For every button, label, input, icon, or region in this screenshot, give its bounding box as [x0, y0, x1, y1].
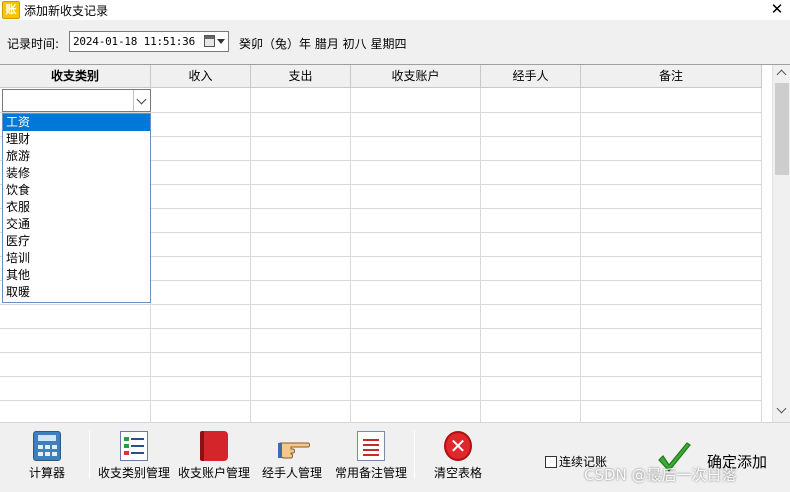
- category-option[interactable]: 饮食: [3, 182, 150, 199]
- checkbox-box[interactable]: [545, 456, 557, 468]
- title-bar: 账 添加新收支记录 ✕: [0, 0, 790, 20]
- handler-management-label: 经手人管理: [261, 466, 322, 480]
- grid-column-line: [250, 88, 251, 422]
- grid-column-line: [580, 88, 581, 422]
- pointing-hand-icon: [278, 431, 310, 461]
- clear-x-icon: ✕: [444, 431, 472, 461]
- calculator-icon: [33, 431, 61, 461]
- grid-row-line: [0, 328, 762, 329]
- calendar-dropdown-button[interactable]: [202, 34, 226, 49]
- watermark-text: CSDN @最后一次日落: [584, 466, 737, 484]
- vertical-scrollbar[interactable]: [772, 65, 790, 422]
- category-management-label: 收支类别管理: [97, 466, 170, 480]
- remark-management-button[interactable]: 常用备注管理: [333, 431, 409, 483]
- grid-row-line: [0, 304, 762, 305]
- bottom-toolbar: 计算器 收支类别管理 收支账户管理 经手人管理 常用备注管理 ✕ 清空表格 连续…: [0, 422, 790, 492]
- calendar-icon: [204, 35, 215, 47]
- category-option[interactable]: 旅游: [3, 148, 150, 165]
- column-header-expense[interactable]: 支出: [251, 65, 351, 88]
- category-option[interactable]: 培训: [3, 250, 150, 267]
- scroll-up-arrow-icon[interactable]: [776, 69, 787, 80]
- record-time-label: 记录时间:: [7, 37, 60, 51]
- column-header-income[interactable]: 收入: [151, 65, 251, 88]
- notepad-icon: [357, 431, 385, 461]
- toolbar-separator: [414, 431, 415, 479]
- category-option[interactable]: 装修: [3, 165, 150, 182]
- toolbar-separator: [89, 431, 90, 479]
- close-button[interactable]: ✕: [768, 0, 786, 18]
- category-management-button[interactable]: 收支类别管理: [95, 431, 173, 483]
- grid-column-line: [761, 88, 762, 422]
- remark-management-label: 常用备注管理: [334, 466, 407, 480]
- account-management-button[interactable]: 收支账户管理: [175, 431, 253, 483]
- calculator-button[interactable]: 计算器: [22, 431, 72, 483]
- clear-table-label: 清空表格: [433, 466, 482, 480]
- datetime-value: 2024-01-18 11:51:36: [73, 35, 196, 48]
- category-option[interactable]: 理财: [3, 131, 150, 148]
- window-title: 添加新收支记录: [24, 4, 109, 18]
- grid-row-line: [0, 352, 762, 353]
- dropdown-arrow-icon: [217, 39, 225, 44]
- account-management-label: 收支账户管理: [177, 466, 250, 480]
- category-option[interactable]: 其他: [3, 267, 150, 284]
- lunar-date: 癸卯（兔）年 腊月 初八 星期四: [239, 37, 407, 51]
- datetime-picker[interactable]: 2024-01-18 11:51:36: [69, 31, 229, 52]
- grid-column-line: [350, 88, 351, 422]
- category-option[interactable]: 取暖: [3, 284, 150, 301]
- grid-column-line: [480, 88, 481, 422]
- red-book-icon: [200, 431, 228, 461]
- category-dropdown-list[interactable]: 工资 理财 旅游 装修 饮食 衣服 交通 医疗 培训 其他 取暖: [2, 113, 151, 303]
- column-header-account[interactable]: 收支账户: [351, 65, 481, 88]
- column-header-category[interactable]: 收支类别: [0, 65, 151, 88]
- column-header-handler[interactable]: 经手人: [481, 65, 581, 88]
- chevron-down-icon: [136, 94, 147, 105]
- category-option[interactable]: 医疗: [3, 233, 150, 250]
- grid-row-line: [0, 376, 762, 377]
- scroll-down-arrow-icon[interactable]: [776, 403, 787, 414]
- handler-management-button[interactable]: 经手人管理: [259, 431, 325, 483]
- category-option[interactable]: 交通: [3, 216, 150, 233]
- checklist-icon: [120, 431, 148, 461]
- category-option[interactable]: 衣服: [3, 199, 150, 216]
- records-grid[interactable]: 收支类别 收入 支出 收支账户 经手人 备注 工资 理财 旅游 装修 饮食 衣服 交通 医疗培…: [0, 64, 790, 422]
- scrollbar-thumb[interactable]: [775, 83, 789, 175]
- clear-table-button[interactable]: ✕ 清空表格: [430, 431, 486, 483]
- app-icon: 账: [2, 1, 20, 19]
- grid-row-line: [0, 400, 762, 401]
- combobox-dropdown-button[interactable]: [133, 90, 150, 111]
- calculator-label: 计算器: [28, 466, 65, 480]
- category-option[interactable]: 工资: [3, 114, 150, 131]
- record-time-row: 记录时间: 2024-01-18 11:51:36 癸卯（兔）年 腊月 初八 星…: [0, 20, 790, 64]
- category-combobox[interactable]: [2, 89, 151, 112]
- column-header-remark[interactable]: 备注: [581, 65, 762, 88]
